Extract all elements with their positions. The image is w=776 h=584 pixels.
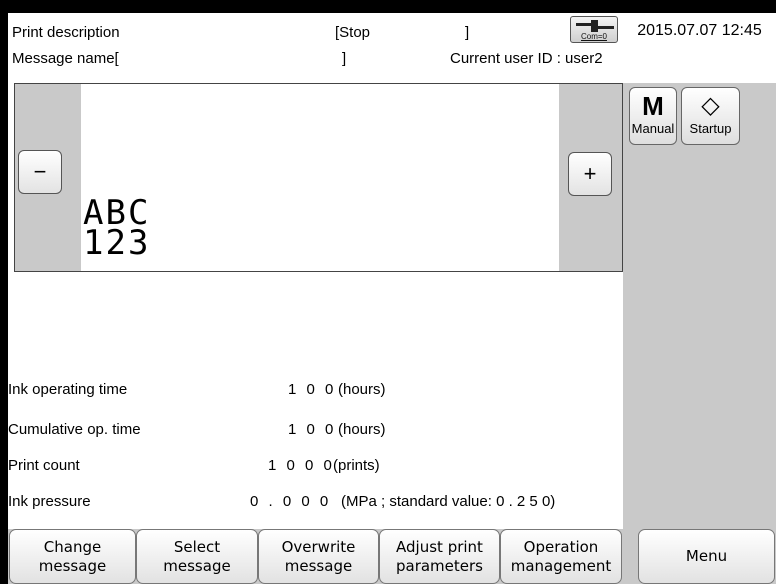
- status-text: [Stop: [335, 24, 371, 41]
- ink-pressure-row: Ink pressure 0 . 0 0 0 (MPa ; standard v…: [8, 485, 623, 519]
- change-message-button[interactable]: Change message: [9, 529, 136, 584]
- startup-button[interactable]: ◇ Startup: [681, 87, 740, 145]
- select-message-button[interactable]: Select message: [136, 529, 258, 584]
- ink-operating-time-label: Ink operating time: [8, 381, 128, 398]
- print-description-title: Print description: [12, 24, 120, 41]
- message-name-label: Message name[: [12, 50, 119, 67]
- manual-label: Manual: [631, 121, 675, 136]
- startup-icon: ◇: [701, 92, 720, 119]
- header: Print description [Stop ] Com=0 Message …: [8, 13, 623, 69]
- scroll-right-plus-button[interactable]: +: [568, 152, 612, 196]
- com-label: Com=0: [580, 32, 607, 41]
- adjust-print-parameters-button[interactable]: Adjust print parameters: [379, 529, 500, 584]
- cumulative-time-value: 1 0 0: [288, 421, 337, 438]
- communication-status-icon[interactable]: Com=0: [570, 16, 618, 43]
- menu-button[interactable]: Menu: [638, 529, 775, 584]
- scroll-left-minus-button[interactable]: −: [18, 150, 62, 194]
- overwrite-message-button[interactable]: Overwrite message: [258, 529, 379, 584]
- function-button-bar: Change message Select message Overwrite …: [8, 529, 776, 584]
- datetime-display: 2015.07.07 12:45: [623, 16, 776, 46]
- current-user-id: Current user ID : user2: [450, 50, 603, 67]
- print-preview: − ABC 123 +: [14, 83, 623, 272]
- ink-pressure-label: Ink pressure: [8, 493, 91, 510]
- message-name-bracket-close: ]: [342, 50, 347, 67]
- preview-right-side: +: [559, 84, 622, 271]
- cumulative-time-unit: (hours): [338, 421, 386, 438]
- print-count-row: Print count 1 0 0 0 (prints): [8, 449, 623, 483]
- right-panel: M Manual ◇ Startup: [623, 83, 776, 529]
- ink-operating-time-row: Ink operating time 1 0 0 (hours): [8, 373, 623, 407]
- status-bracket-close: ]: [465, 24, 470, 41]
- print-count-value: 1 0 0 0: [268, 457, 335, 474]
- manual-button[interactable]: M Manual: [629, 87, 677, 145]
- print-count-unit: (prints): [333, 457, 380, 474]
- ink-operating-time-unit: (hours): [338, 381, 386, 398]
- manual-icon: M: [642, 91, 664, 121]
- ink-pressure-unit: (MPa ; standard value: 0 . 2 5 0): [341, 493, 556, 510]
- startup-label: Startup: [689, 121, 732, 136]
- right-header-strip: [623, 46, 776, 83]
- cumulative-time-row: Cumulative op. time 1 0 0 (hours): [8, 413, 623, 447]
- ink-pressure-value: 0 . 0 0 0: [250, 493, 332, 510]
- main-screen: Print description [Stop ] Com=0 Message …: [8, 13, 776, 584]
- print-count-label: Print count: [8, 457, 80, 474]
- ink-operating-time-value: 1 0 0: [288, 381, 337, 398]
- preview-line-2: 123: [83, 223, 151, 263]
- preview-left-side: −: [15, 84, 81, 271]
- cumulative-time-label: Cumulative op. time: [8, 421, 141, 438]
- operation-management-button[interactable]: Operation management: [500, 529, 622, 584]
